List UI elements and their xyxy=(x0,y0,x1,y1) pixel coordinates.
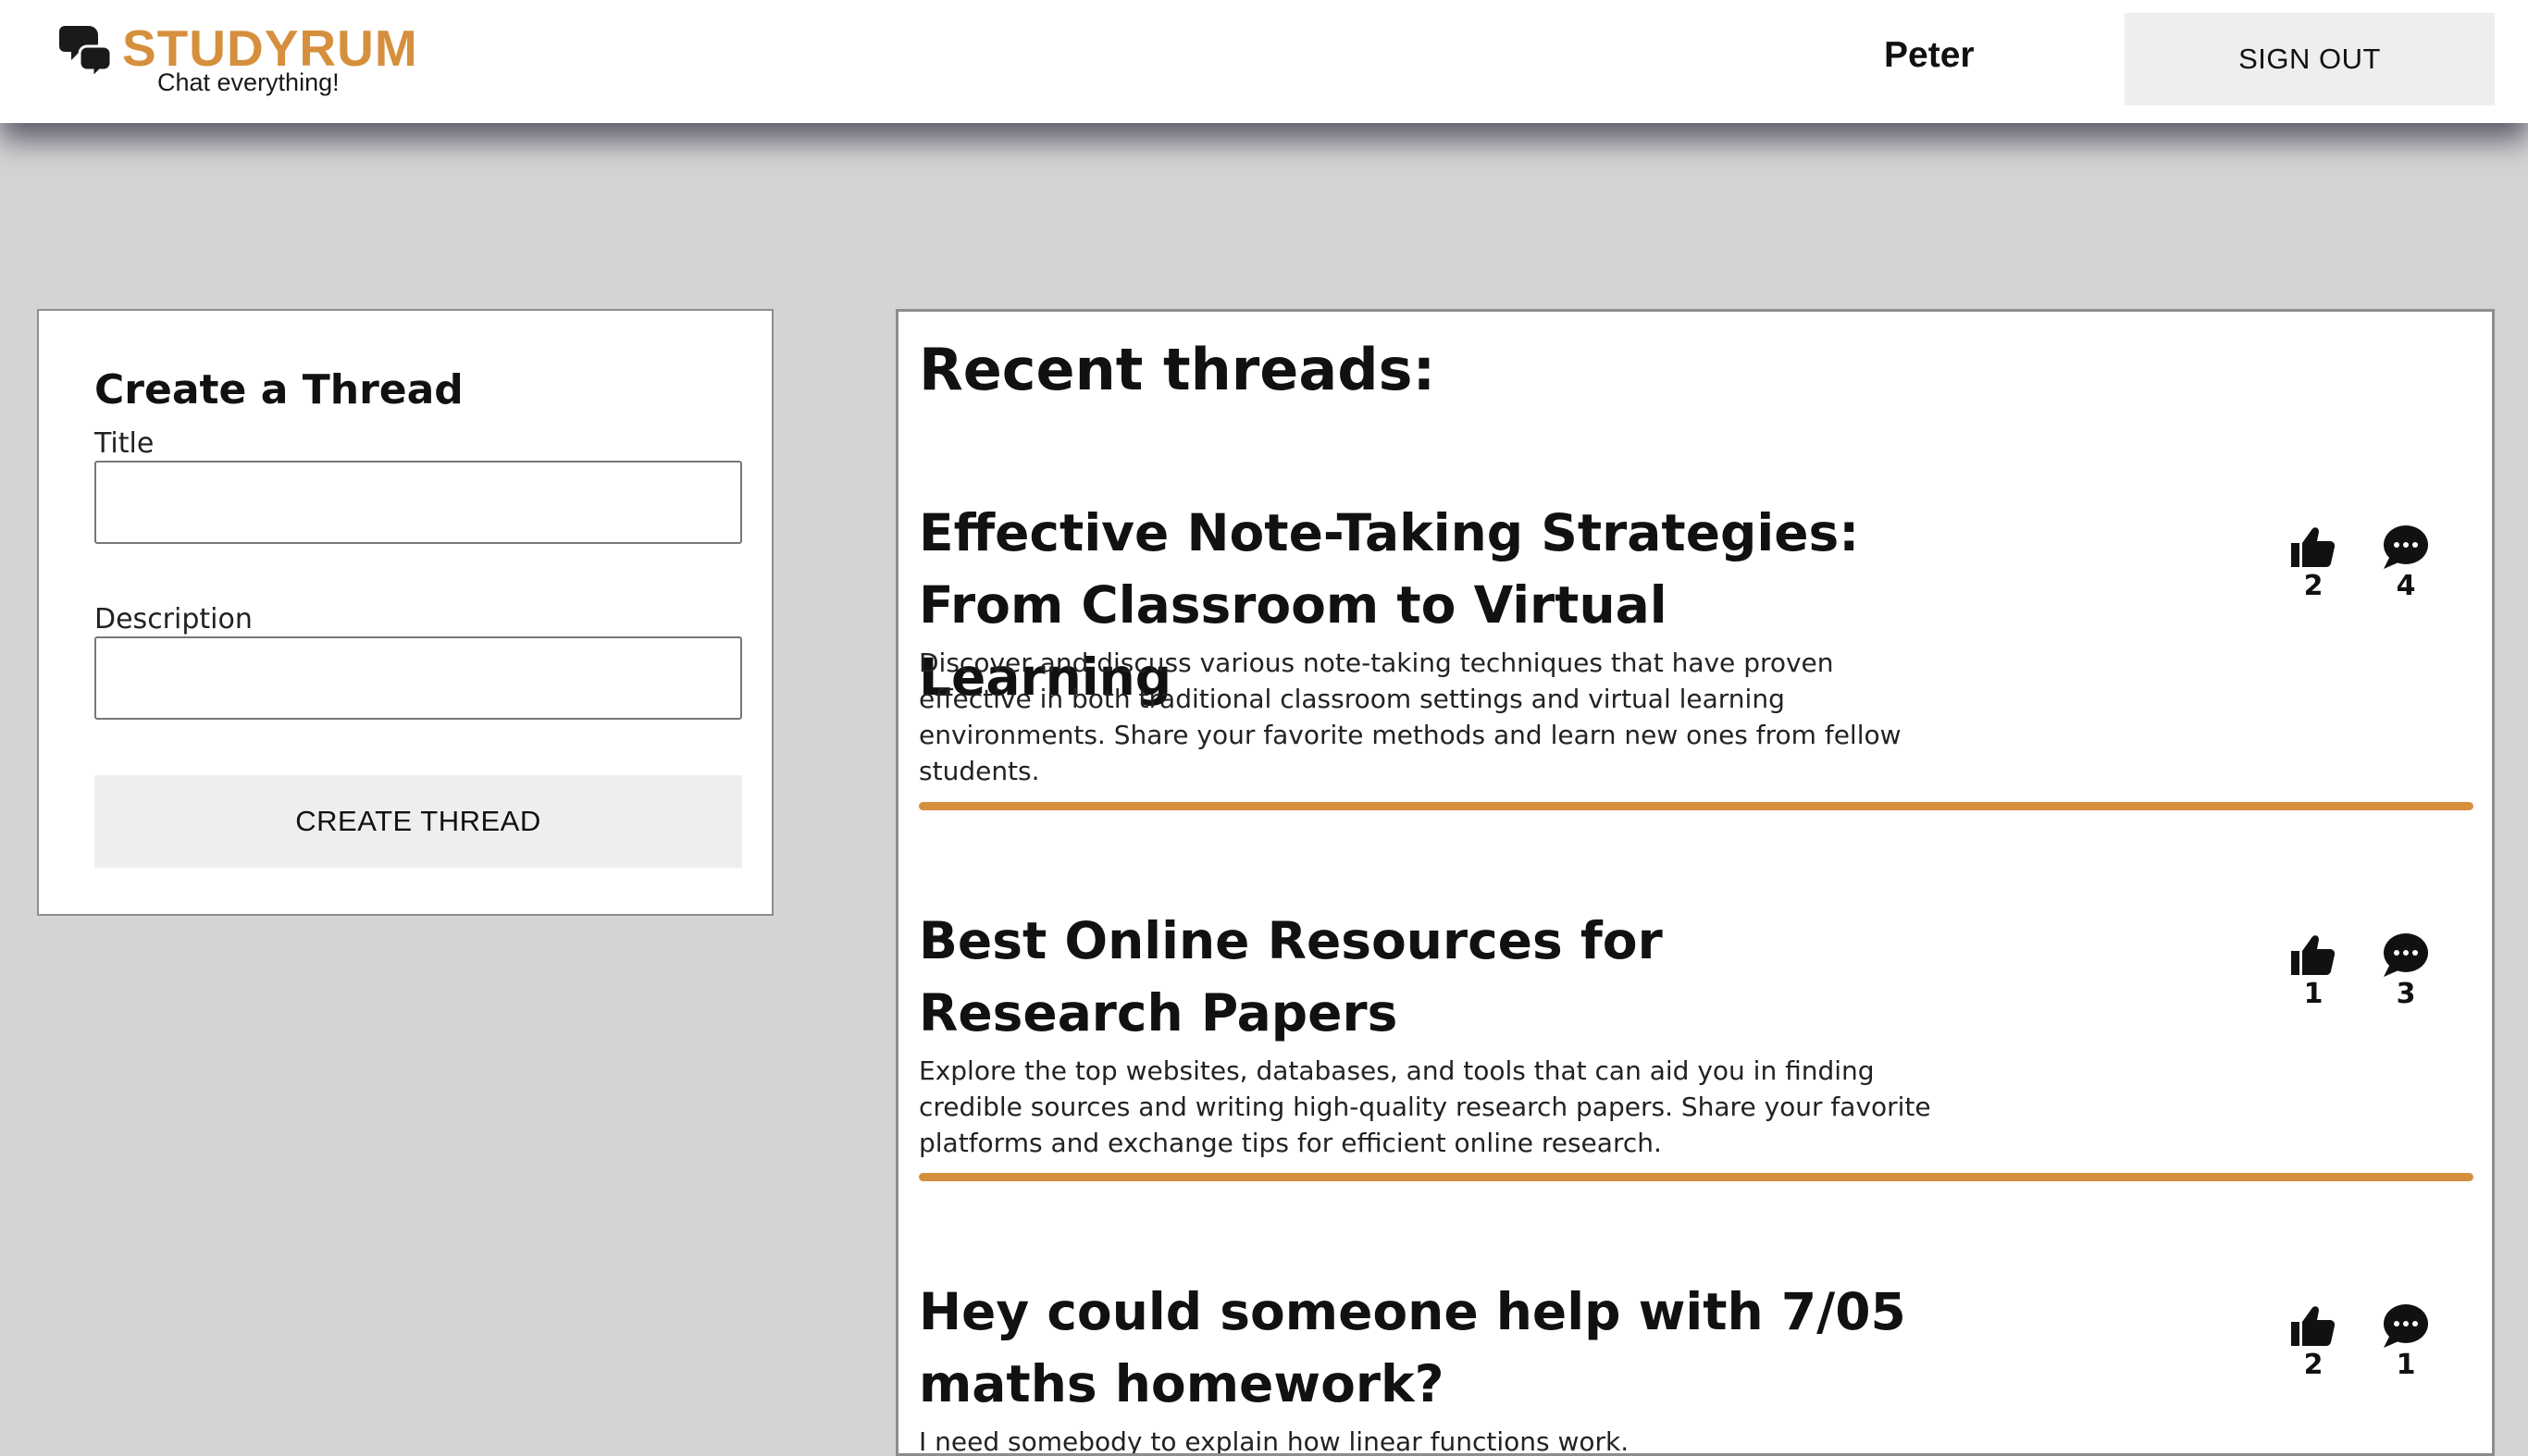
thread-description: I need somebody to explain how linear fu… xyxy=(919,1426,1630,1456)
chat-bubbles-icon xyxy=(59,26,113,80)
create-thread-button[interactable]: CREATE THREAD xyxy=(94,775,742,868)
thumbs-up-icon[interactable] xyxy=(2287,1302,2339,1350)
like-count: 2 xyxy=(2303,570,2324,602)
thread-divider xyxy=(919,802,2473,810)
comment-stat: 3 xyxy=(2373,931,2438,1008)
like-stat: 1 xyxy=(2281,931,2346,1008)
description-input[interactable] xyxy=(94,636,742,720)
top-header: STUDYRUM Chat everything! Peter SIGN OUT xyxy=(0,0,2528,123)
logo-tagline: Chat everything! xyxy=(157,68,340,96)
comment-bubble-icon[interactable] xyxy=(2380,523,2432,571)
comment-stat: 4 xyxy=(2373,523,2438,600)
comment-count: 3 xyxy=(2396,978,2416,1010)
thumbs-up-icon[interactable] xyxy=(2287,931,2339,979)
create-thread-panel: Create a Thread Title Description CREATE… xyxy=(37,309,774,916)
like-stat: 2 xyxy=(2281,523,2346,600)
comment-count: 4 xyxy=(2396,570,2416,602)
thread-description: Explore the top websites, databases, and… xyxy=(919,1055,1931,1158)
logo[interactable]: STUDYRUM Chat everything! xyxy=(59,19,448,104)
recent-threads-heading: Recent threads: xyxy=(919,336,1436,403)
thread-description: Discover and discuss various note-taking… xyxy=(919,648,1902,786)
comment-bubble-icon[interactable] xyxy=(2380,931,2432,979)
comment-stat: 1 xyxy=(2373,1302,2438,1379)
like-count: 1 xyxy=(2303,978,2324,1010)
create-thread-heading: Create a Thread xyxy=(94,366,464,413)
thumbs-up-icon[interactable] xyxy=(2287,523,2339,571)
thread-title[interactable]: Hey could someone help with 7/05 maths h… xyxy=(919,1276,1937,1420)
like-count: 2 xyxy=(2303,1349,2324,1381)
description-label: Description xyxy=(94,603,253,635)
like-stat: 2 xyxy=(2281,1302,2346,1379)
recent-threads-panel: Recent threads: Effective Note-Taking St… xyxy=(896,309,2495,1456)
title-label: Title xyxy=(94,427,155,460)
comment-count: 1 xyxy=(2396,1349,2416,1381)
user-name: Peter xyxy=(1884,35,1975,75)
sign-out-button[interactable]: SIGN OUT xyxy=(2125,13,2495,105)
thread-title[interactable]: Best Online Resources for Research Paper… xyxy=(919,905,1937,1049)
title-input[interactable] xyxy=(94,461,742,544)
comment-bubble-icon[interactable] xyxy=(2380,1302,2432,1350)
thread-divider xyxy=(919,1173,2473,1181)
